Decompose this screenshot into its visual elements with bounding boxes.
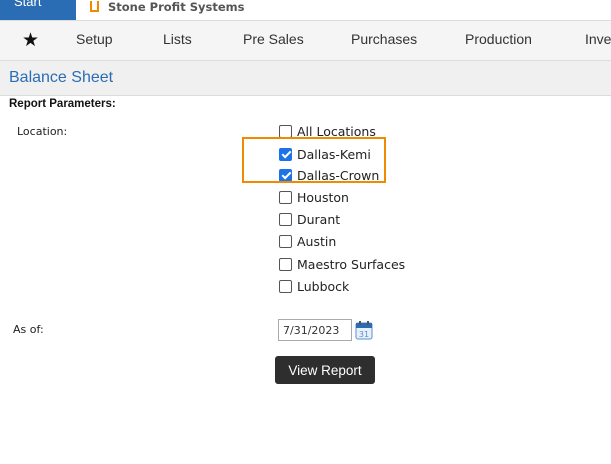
- view-report-button[interactable]: View Report: [275, 356, 375, 384]
- checkbox[interactable]: [279, 124, 292, 138]
- as-of-date-input[interactable]: 7/31/2023: [278, 319, 352, 341]
- brand-logo-icon: [90, 0, 99, 12]
- checkbox[interactable]: [279, 190, 292, 204]
- location-option-label: Austin: [297, 233, 337, 249]
- selection-highlight-box: [242, 137, 386, 183]
- start-button[interactable]: Start: [0, 0, 76, 20]
- nav-item-pre-sales[interactable]: Pre Sales: [243, 31, 304, 47]
- report-parameters-heading: Report Parameters:: [9, 98, 116, 110]
- checkbox[interactable]: [279, 279, 292, 293]
- location-option-austin[interactable]: Austin: [279, 231, 336, 251]
- location-option-label: Lubbock: [297, 278, 350, 294]
- nav-item-inventory[interactable]: Inve: [585, 31, 611, 47]
- checkbox[interactable]: [279, 257, 292, 271]
- location-option-durant[interactable]: Durant: [279, 209, 340, 229]
- page-title: Balance Sheet: [9, 69, 114, 86]
- location-option-label: Maestro Surfaces: [297, 256, 406, 272]
- nav-item-production[interactable]: Production: [465, 31, 532, 47]
- as-of-label: As of:: [13, 323, 44, 336]
- nav-item-lists[interactable]: Lists: [163, 31, 192, 47]
- brand: Stone Profit Systems: [90, 0, 244, 14]
- nav-item-setup[interactable]: Setup: [76, 31, 113, 47]
- calendar-day: 31: [359, 330, 369, 339]
- start-button-label: Start: [14, 0, 42, 9]
- main-nav: ★ Setup Lists Pre Sales Purchases Produc…: [0, 20, 611, 61]
- favorites-star-icon[interactable]: ★: [22, 29, 39, 51]
- location-option-label: Durant: [297, 211, 341, 227]
- location-label: Location:: [17, 125, 68, 138]
- checkbox[interactable]: [279, 212, 292, 226]
- location-option-lubbock[interactable]: Lubbock: [279, 276, 349, 296]
- location-option-label: Houston: [297, 189, 349, 205]
- calendar-icon[interactable]: 31: [355, 320, 373, 340]
- page-title-bar: Balance Sheet: [0, 61, 611, 96]
- nav-item-purchases[interactable]: Purchases: [351, 31, 417, 47]
- location-option-houston[interactable]: Houston: [279, 187, 349, 207]
- location-option-maestro-surfaces[interactable]: Maestro Surfaces: [279, 254, 405, 274]
- brand-name: Stone Profit Systems: [108, 0, 245, 14]
- checkbox[interactable]: [279, 234, 292, 248]
- top-bar: Start Stone Profit Systems: [0, 0, 611, 20]
